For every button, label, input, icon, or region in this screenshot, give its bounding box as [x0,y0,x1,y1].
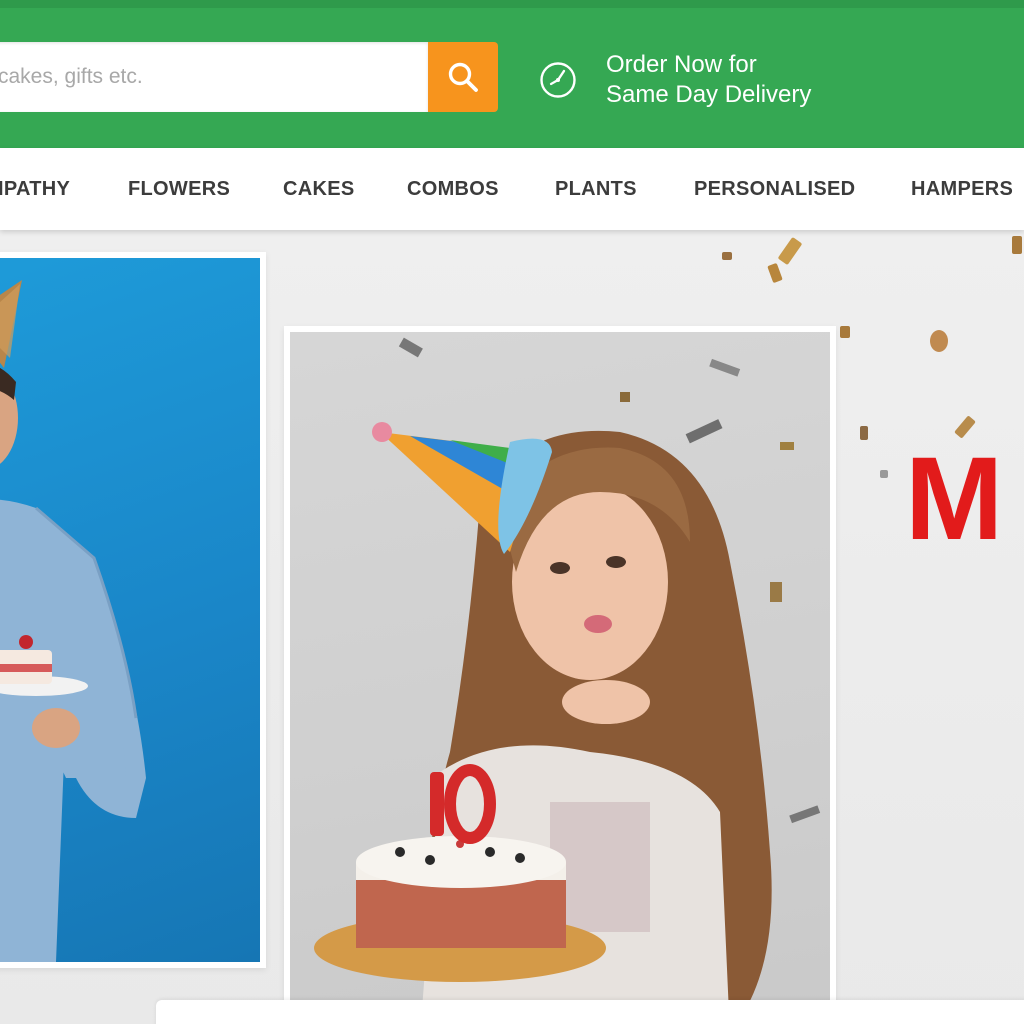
confetti-piece [880,470,888,478]
confetti-piece [1012,236,1022,254]
nav-item-flowers[interactable]: FLOWERS [128,148,230,230]
nav-item-hampers[interactable]: HAMPERS [911,148,1013,230]
nav-item-cakes[interactable]: CAKES [283,148,355,230]
confetti-piece [767,262,783,284]
confetti-piece [722,252,732,260]
clock-icon [540,62,576,98]
man-illustration [0,280,146,962]
promo-text: Order Now for Same Day Delivery [606,50,811,110]
banner-headline: M [905,433,1003,565]
header-top-strip [0,0,1024,8]
hero-banner[interactable]: M [0,230,1024,1024]
girl-with-birthday-cake-photo [290,332,830,1024]
category-nav: IPATHY FLOWERS CAKES COMBOS PLANTS PERSO… [0,148,1024,230]
promo-line-2: Same Day Delivery [606,81,812,108]
search-button[interactable] [428,42,498,112]
confetti-piece [930,330,948,352]
search-input[interactable] [0,42,420,112]
nav-item-personalised[interactable]: PERSONALISED [694,148,855,230]
confetti-piece [860,426,868,440]
search-icon [448,62,478,92]
bottom-content-card [156,1000,1024,1024]
confetti-piece [777,236,803,266]
nav-item-combos[interactable]: COMBOS [407,148,499,230]
girl-photo-frame [284,326,836,1024]
same-day-delivery-promo[interactable]: Order Now for Same Day Delivery [538,50,811,110]
site-header: Order Now for Same Day Delivery [0,0,1024,148]
promo-line-1: Order Now for [606,51,757,78]
confetti-piece [840,326,850,338]
nav-item-sympathy[interactable]: IPATHY [0,148,70,230]
man-with-cake-photo [0,258,260,962]
girl-illustration [314,337,821,1024]
nav-item-plants[interactable]: PLANTS [555,148,637,230]
man-photo-frame [0,252,266,968]
search-box [0,42,428,112]
